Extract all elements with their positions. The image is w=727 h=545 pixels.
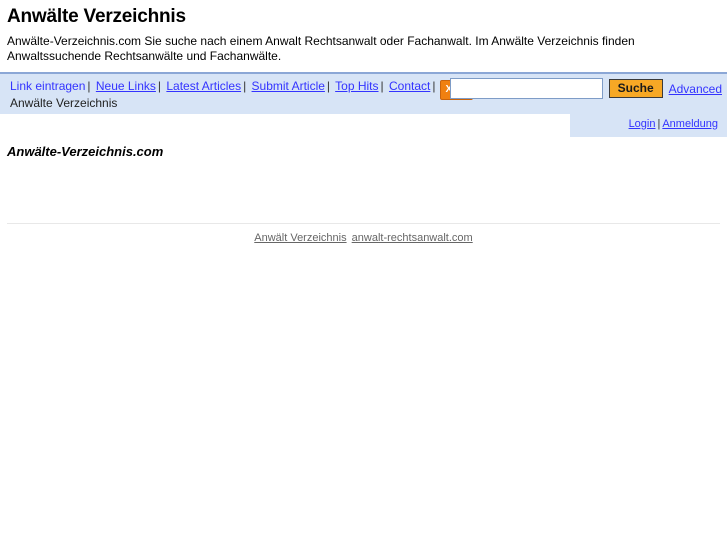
nav-separator: |	[157, 79, 162, 93]
footer-link-anwaelt-verzeichnis[interactable]: Anwält Verzeichnis	[254, 232, 346, 244]
site-description: Anwälte-Verzeichnis.com Sie suche nach e…	[7, 34, 635, 63]
page-root: Anwälte Verzeichnis Anwälte-Verzeichnis.…	[0, 0, 727, 244]
nav-link-neue-links[interactable]: Neue Links	[96, 79, 156, 93]
footer-link-anwalt-rechtsanwalt[interactable]: anwalt-rechtsanwalt.com	[352, 232, 473, 244]
nav-separator: |	[87, 79, 91, 93]
navigation-band: Link eintragen | Neue Links | Latest Artic…	[0, 72, 727, 114]
main-content	[0, 159, 727, 223]
nav-link-submit-article[interactable]: Submit Article	[252, 79, 325, 93]
breadcrumb: Anwälte Verzeichnis	[10, 96, 118, 110]
login-link[interactable]: Login	[629, 118, 656, 130]
account-links: Login | Anmeldung	[629, 118, 718, 130]
footer: Anwält Verzeichnis anwalt-rechtsanwalt.c…	[0, 224, 727, 244]
nav-link-latest-articles[interactable]: Latest Articles	[166, 79, 241, 93]
nav-separator: |	[432, 79, 436, 93]
nav-separator: |	[326, 79, 331, 93]
account-band-spacer	[0, 114, 570, 137]
register-link[interactable]: Anmeldung	[662, 118, 718, 130]
nav-link-link-eintragen[interactable]: Link eintragen	[10, 79, 85, 93]
search-input[interactable]	[449, 78, 603, 99]
advanced-search-link[interactable]: Advanced	[669, 82, 722, 96]
domain-heading: Anwälte-Verzeichnis.com	[7, 144, 164, 159]
search-button[interactable]: Suche	[608, 79, 663, 98]
search-form: Suche Advanced	[449, 78, 722, 99]
page-title: Anwälte Verzeichnis	[7, 6, 186, 27]
nav-link-contact[interactable]: Contact	[389, 79, 430, 93]
nav-separator: |	[243, 79, 247, 93]
account-band: Login | Anmeldung	[0, 114, 727, 137]
nav-separator: |	[380, 79, 384, 93]
nav-link-top-hits[interactable]: Top Hits	[335, 79, 378, 93]
